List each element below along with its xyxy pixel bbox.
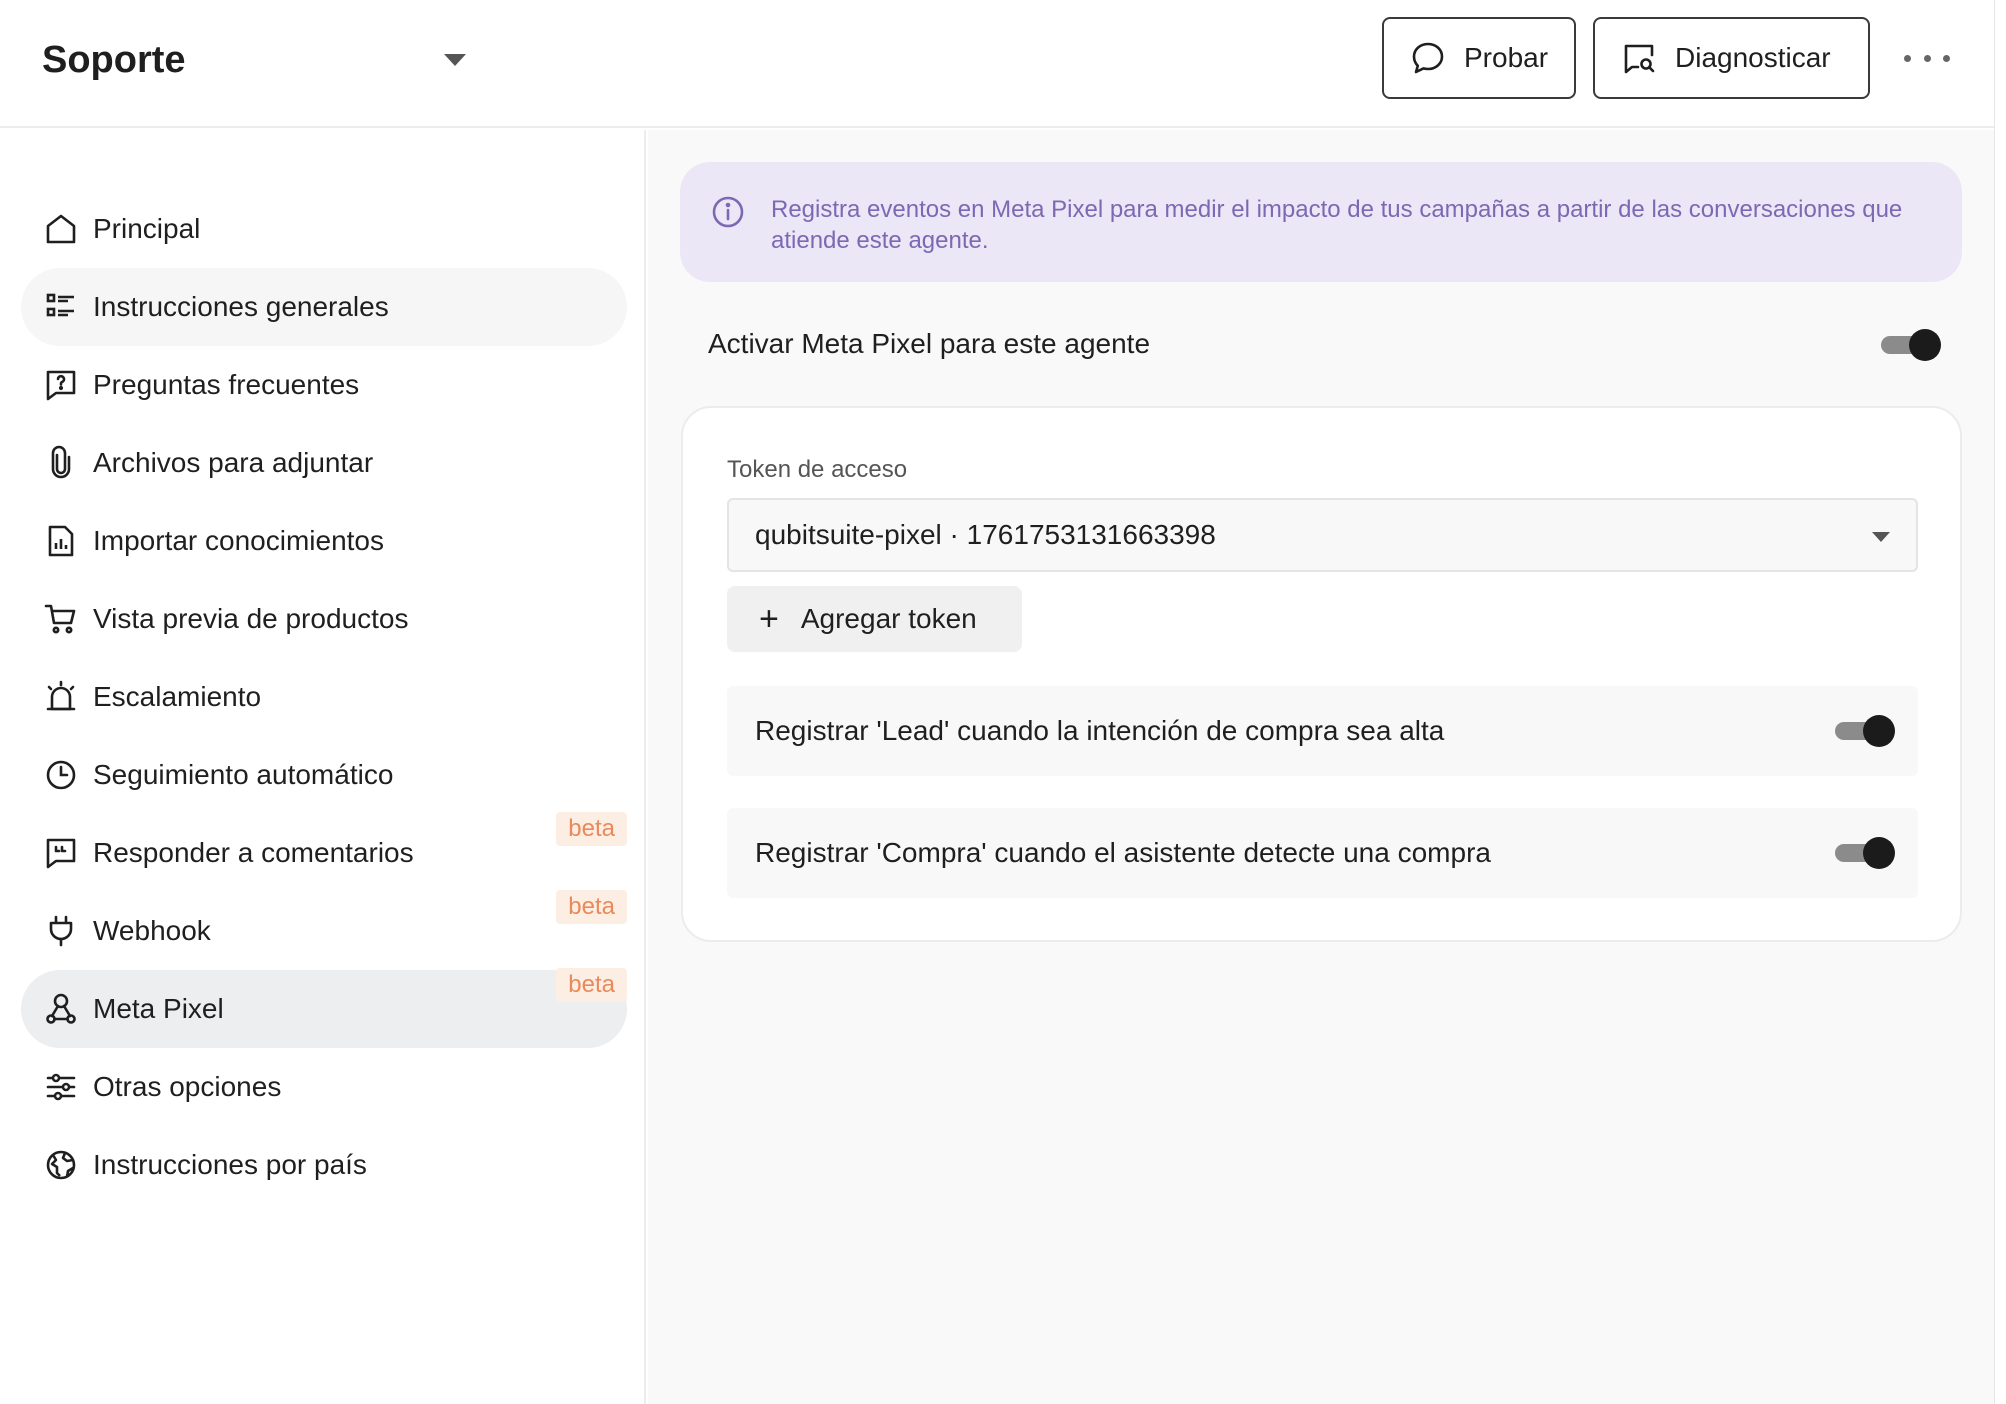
sidebar-item-vista-previa-de-productos[interactable]: Vista previa de productos: [21, 580, 627, 658]
chat-bubble-icon: [1410, 40, 1446, 76]
diagnose-button-label: Diagnosticar: [1675, 42, 1831, 73]
sidebar-item-escalamiento[interactable]: Escalamiento: [21, 658, 627, 736]
app-window: Soporte Probar Diagnosticar Principal In…: [0, 0, 2006, 1404]
dot: [1904, 54, 1911, 62]
sidebar-item-meta-pixel[interactable]: Meta Pixel beta: [21, 968, 627, 1048]
sidebar-item-label: Meta Pixel: [93, 993, 224, 1024]
access-token-select[interactable]: qubitsuite-pixel · 1761753131663398: [727, 498, 1918, 572]
agent-name: Soporte: [42, 38, 186, 81]
beta-badge: beta: [556, 812, 627, 846]
more-options-button[interactable]: [1904, 40, 1950, 76]
test-button-label: Probar: [1464, 42, 1549, 73]
sidebar-item-label: Seguimiento automático: [93, 759, 394, 790]
paperclip-icon: [43, 445, 79, 481]
info-icon: [710, 194, 746, 230]
clock-icon: [43, 757, 79, 793]
sidebar-item-label: Otras opciones: [93, 1071, 282, 1102]
beta-badge: beta: [556, 968, 627, 1002]
dot: [1943, 54, 1950, 62]
webhook-nodes-icon: [43, 991, 79, 1027]
toggle-knob: [1863, 837, 1895, 869]
sidebar-item-label: Importar conocimientos: [93, 525, 385, 556]
sidebar-item-label: Escalamiento: [93, 681, 262, 712]
meta-pixel-settings-card: Token de acceso qubitsuite-pixel · 17617…: [681, 406, 1962, 942]
message-search-icon: [1621, 40, 1657, 76]
toggle-knob: [1863, 715, 1895, 747]
enable-meta-pixel-toggle[interactable]: [1881, 326, 1941, 364]
top-bar: Soporte Probar Diagnosticar: [0, 0, 1994, 128]
sidebar-item-label: Archivos para adjuntar: [93, 447, 374, 478]
sidebar-item-label: Webhook: [93, 915, 211, 946]
alarm-icon: [43, 679, 79, 715]
purchase-event-label: Registrar 'Compra' cuando el asistente d…: [755, 837, 1491, 868]
sidebar-item-importar-conocimientos[interactable]: Importar conocimientos: [21, 502, 627, 580]
main-panel: Registra eventos en Meta Pixel para medi…: [648, 130, 1994, 1404]
sidebar-item-seguimiento-automatico[interactable]: Seguimiento automático: [21, 736, 627, 814]
purchase-event-toggle[interactable]: [1835, 834, 1895, 872]
lead-event-row: Registrar 'Lead' cuando la intención de …: [727, 686, 1918, 776]
home-icon: [43, 211, 79, 247]
beta-badge: beta: [556, 890, 627, 924]
sidebar-item-webhook[interactable]: Webhook beta: [21, 890, 627, 970]
sidebar-item-preguntas-frecuentes[interactable]: Preguntas frecuentes: [21, 346, 627, 424]
diagnose-button[interactable]: Diagnosticar: [1593, 17, 1870, 99]
test-button[interactable]: Probar: [1382, 17, 1576, 99]
report-icon: [43, 523, 79, 559]
sidebar-item-label: Principal: [93, 213, 201, 244]
sidebar: Principal Instrucciones generales Pregun…: [0, 130, 646, 1404]
list-icon: [43, 289, 79, 325]
sidebar-item-label: Instrucciones generales: [93, 291, 389, 322]
sidebar-item-label: Preguntas frecuentes: [93, 369, 360, 400]
comment-quote-icon: [43, 835, 79, 871]
lead-event-toggle[interactable]: [1835, 712, 1895, 750]
access-token-value: qubitsuite-pixel · 1761753131663398: [755, 519, 1216, 550]
toggle-knob: [1909, 329, 1941, 361]
add-token-label: Agregar token: [800, 603, 977, 634]
plus-icon: +: [759, 600, 779, 638]
sidebar-item-label: Responder a comentarios: [93, 837, 414, 868]
sidebar-item-archivos-para-adjuntar[interactable]: Archivos para adjuntar: [21, 424, 627, 502]
sidebar-item-otras-opciones[interactable]: Otras opciones: [21, 1048, 627, 1126]
info-banner: Registra eventos en Meta Pixel para medi…: [680, 162, 1962, 282]
question-icon: [43, 367, 79, 403]
sidebar-item-responder-a-comentarios[interactable]: Responder a comentarios beta: [21, 812, 627, 892]
sidebar-item-instrucciones-generales[interactable]: Instrucciones generales: [21, 268, 627, 346]
purchase-event-row: Registrar 'Compra' cuando el asistente d…: [727, 808, 1918, 898]
token-field-label: Token de acceso: [727, 456, 908, 483]
sidebar-item-instrucciones-por-pais[interactable]: Instrucciones por país: [21, 1126, 627, 1204]
globe-icon: [43, 1147, 79, 1183]
dot: [1923, 54, 1931, 62]
enable-meta-pixel-label: Activar Meta Pixel para este agente: [708, 328, 1151, 359]
sidebar-item-label: Instrucciones por país: [93, 1149, 367, 1180]
lead-event-label: Registrar 'Lead' cuando la intención de …: [755, 715, 1445, 746]
cart-icon: [43, 601, 79, 637]
sliders-icon: [43, 1069, 79, 1105]
chevron-down-icon: [444, 54, 466, 66]
plug-icon: [43, 913, 79, 949]
info-text: Registra eventos en Meta Pixel para medi…: [771, 196, 1903, 254]
sidebar-item-principal[interactable]: Principal: [21, 190, 627, 268]
sidebar-item-label: Vista previa de productos: [93, 603, 409, 634]
chevron-down-icon: [1872, 532, 1890, 542]
agent-selector[interactable]: Soporte: [42, 30, 472, 90]
add-token-button[interactable]: + Agregar token: [727, 586, 1022, 652]
